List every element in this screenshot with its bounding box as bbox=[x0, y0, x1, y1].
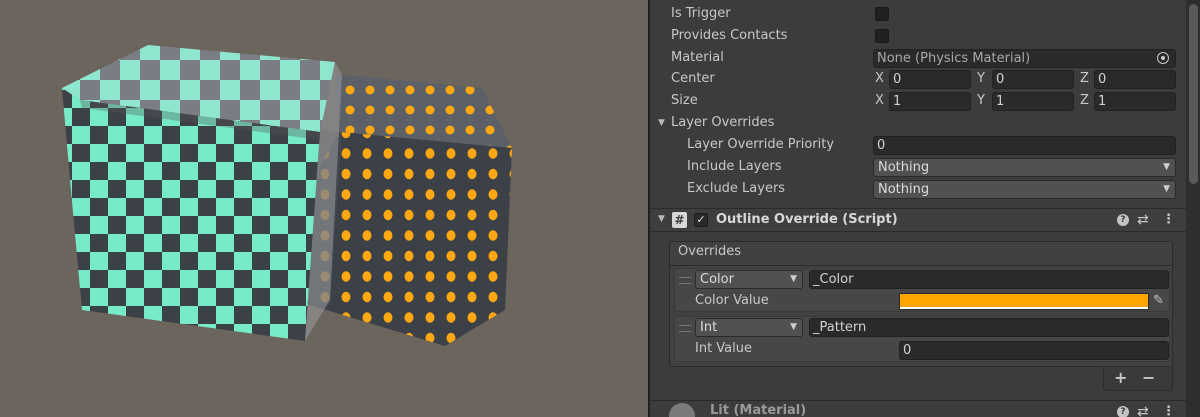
kebab-menu-icon[interactable]: ⋮ bbox=[1162, 402, 1175, 417]
color-value-label: Color Value bbox=[695, 293, 769, 308]
dropdown-arrow-icon: ▼ bbox=[790, 274, 797, 284]
is-trigger-row: Is Trigger bbox=[671, 4, 1181, 24]
exclude-layers-dropdown[interactable]: Nothing ▼ bbox=[873, 180, 1176, 199]
size-z-axis-label: Z bbox=[1080, 93, 1089, 108]
dropdown-arrow-icon: ▼ bbox=[1163, 162, 1170, 172]
center-x-axis-label: X bbox=[875, 71, 884, 86]
overrides-label: Overrides bbox=[678, 244, 742, 259]
include-layers-label: Include Layers bbox=[687, 159, 782, 174]
kebab-menu-icon[interactable]: ⋮ bbox=[1162, 210, 1175, 230]
material-sphere-icon bbox=[669, 403, 695, 417]
is-trigger-label: Is Trigger bbox=[671, 6, 731, 21]
include-layers-dropdown[interactable]: Nothing ▼ bbox=[873, 158, 1176, 177]
presets-icon[interactable]: ⇄ bbox=[1137, 210, 1149, 230]
size-x-axis-label: X bbox=[875, 93, 884, 108]
override-type-dropdown[interactable]: Color ▼ bbox=[695, 270, 803, 289]
material-component-title: Lit (Material) bbox=[710, 403, 807, 417]
center-z-field[interactable]: 0 bbox=[1094, 70, 1176, 89]
provides-contacts-row: Provides Contacts bbox=[671, 26, 1181, 46]
layer-overrides-foldout[interactable]: ▼ Layer Overrides bbox=[656, 113, 1176, 133]
overrides-list-header: Overrides bbox=[670, 242, 1172, 266]
list-item[interactable]: Color ▼ _Color Color Value ✎ bbox=[674, 268, 1170, 312]
inspector-scrollbar[interactable] bbox=[1186, 0, 1200, 417]
override-property-name-field[interactable]: _Color bbox=[809, 270, 1169, 289]
component-enabled-checkbox[interactable]: ✓ bbox=[694, 213, 708, 227]
drag-handle-icon[interactable] bbox=[679, 277, 691, 284]
layer-override-priority-label: Layer Override Priority bbox=[687, 137, 835, 152]
provides-contacts-checkbox[interactable] bbox=[875, 29, 889, 43]
is-trigger-checkbox[interactable] bbox=[875, 7, 889, 21]
center-row: Center X 0 Y 0 Z 0 bbox=[671, 69, 1181, 89]
overrides-list: Overrides Color ▼ _Color Color Value ✎ I… bbox=[669, 241, 1173, 367]
material-component-header[interactable]: Lit (Material) ? ⇄ ⋮ bbox=[650, 400, 1186, 417]
material-row: Material None (Physics Material) bbox=[671, 48, 1181, 68]
exclude-layers-row: Exclude Layers Nothing ▼ bbox=[687, 179, 1181, 199]
remove-override-button[interactable]: − bbox=[1142, 368, 1155, 388]
scrollbar-thumb[interactable] bbox=[1189, 4, 1198, 184]
size-x-field[interactable]: 1 bbox=[889, 92, 971, 111]
material-value: None (Physics Material) bbox=[877, 51, 1031, 66]
override-type-value: Color bbox=[700, 272, 734, 287]
layer-overrides-label: Layer Overrides bbox=[671, 115, 775, 130]
material-object-field[interactable]: None (Physics Material) bbox=[873, 49, 1176, 68]
checker-cube[interactable] bbox=[62, 45, 342, 341]
center-y-field[interactable]: 0 bbox=[992, 70, 1074, 89]
color-swatch bbox=[900, 294, 1148, 307]
inspector-panel: Is Trigger Provides Contacts Material No… bbox=[650, 0, 1200, 417]
color-swatch-field[interactable] bbox=[899, 293, 1149, 310]
drag-handle-icon[interactable] bbox=[679, 325, 691, 332]
eyedropper-icon[interactable]: ✎ bbox=[1153, 292, 1164, 310]
component-title: Outline Override (Script) bbox=[716, 212, 898, 227]
help-icon[interactable]: ? bbox=[1117, 214, 1129, 226]
outline-override-header[interactable]: ▼ # ✓ Outline Override (Script) ? ⇄ ⋮ bbox=[650, 208, 1186, 232]
int-value-label: Int Value bbox=[695, 341, 753, 356]
size-y-field[interactable]: 1 bbox=[992, 92, 1074, 111]
override-type-value: Int bbox=[700, 320, 718, 335]
size-z-field[interactable]: 1 bbox=[1094, 92, 1176, 111]
center-z-axis-label: Z bbox=[1080, 71, 1089, 86]
add-override-button[interactable]: + bbox=[1114, 368, 1127, 388]
layer-override-priority-row: Layer Override Priority 0 bbox=[687, 135, 1181, 155]
layer-override-priority-field[interactable]: 0 bbox=[873, 136, 1176, 155]
help-icon[interactable]: ? bbox=[1117, 406, 1129, 417]
override-type-dropdown[interactable]: Int ▼ bbox=[695, 318, 803, 337]
size-y-axis-label: Y bbox=[977, 93, 985, 108]
list-item[interactable]: Int ▼ _Pattern Int Value 0 bbox=[674, 316, 1170, 362]
scene-viewport[interactable] bbox=[0, 0, 648, 417]
size-label: Size bbox=[671, 93, 698, 108]
object-picker-icon[interactable] bbox=[1157, 52, 1169, 64]
size-row: Size X 1 Y 1 Z 1 bbox=[671, 91, 1181, 111]
override-property-name-field[interactable]: _Pattern bbox=[809, 318, 1169, 337]
dropdown-arrow-icon: ▼ bbox=[790, 322, 797, 332]
center-x-field[interactable]: 0 bbox=[889, 70, 971, 89]
foldout-expanded-icon: ▼ bbox=[658, 118, 665, 128]
include-layers-value: Nothing bbox=[878, 160, 930, 175]
dropdown-arrow-icon: ▼ bbox=[1163, 184, 1170, 194]
material-label: Material bbox=[671, 50, 724, 65]
exclude-layers-value: Nothing bbox=[878, 182, 930, 197]
center-y-axis-label: Y bbox=[977, 71, 985, 86]
presets-icon[interactable]: ⇄ bbox=[1137, 402, 1149, 417]
script-hash-icon: # bbox=[672, 212, 687, 228]
exclude-layers-label: Exclude Layers bbox=[687, 181, 786, 196]
foldout-expanded-icon[interactable]: ▼ bbox=[658, 214, 665, 224]
include-layers-row: Include Layers Nothing ▼ bbox=[687, 157, 1181, 177]
center-label: Center bbox=[671, 71, 715, 86]
int-value-field[interactable]: 0 bbox=[899, 341, 1169, 360]
provides-contacts-label: Provides Contacts bbox=[671, 28, 788, 43]
list-footer: + − bbox=[1103, 367, 1173, 391]
